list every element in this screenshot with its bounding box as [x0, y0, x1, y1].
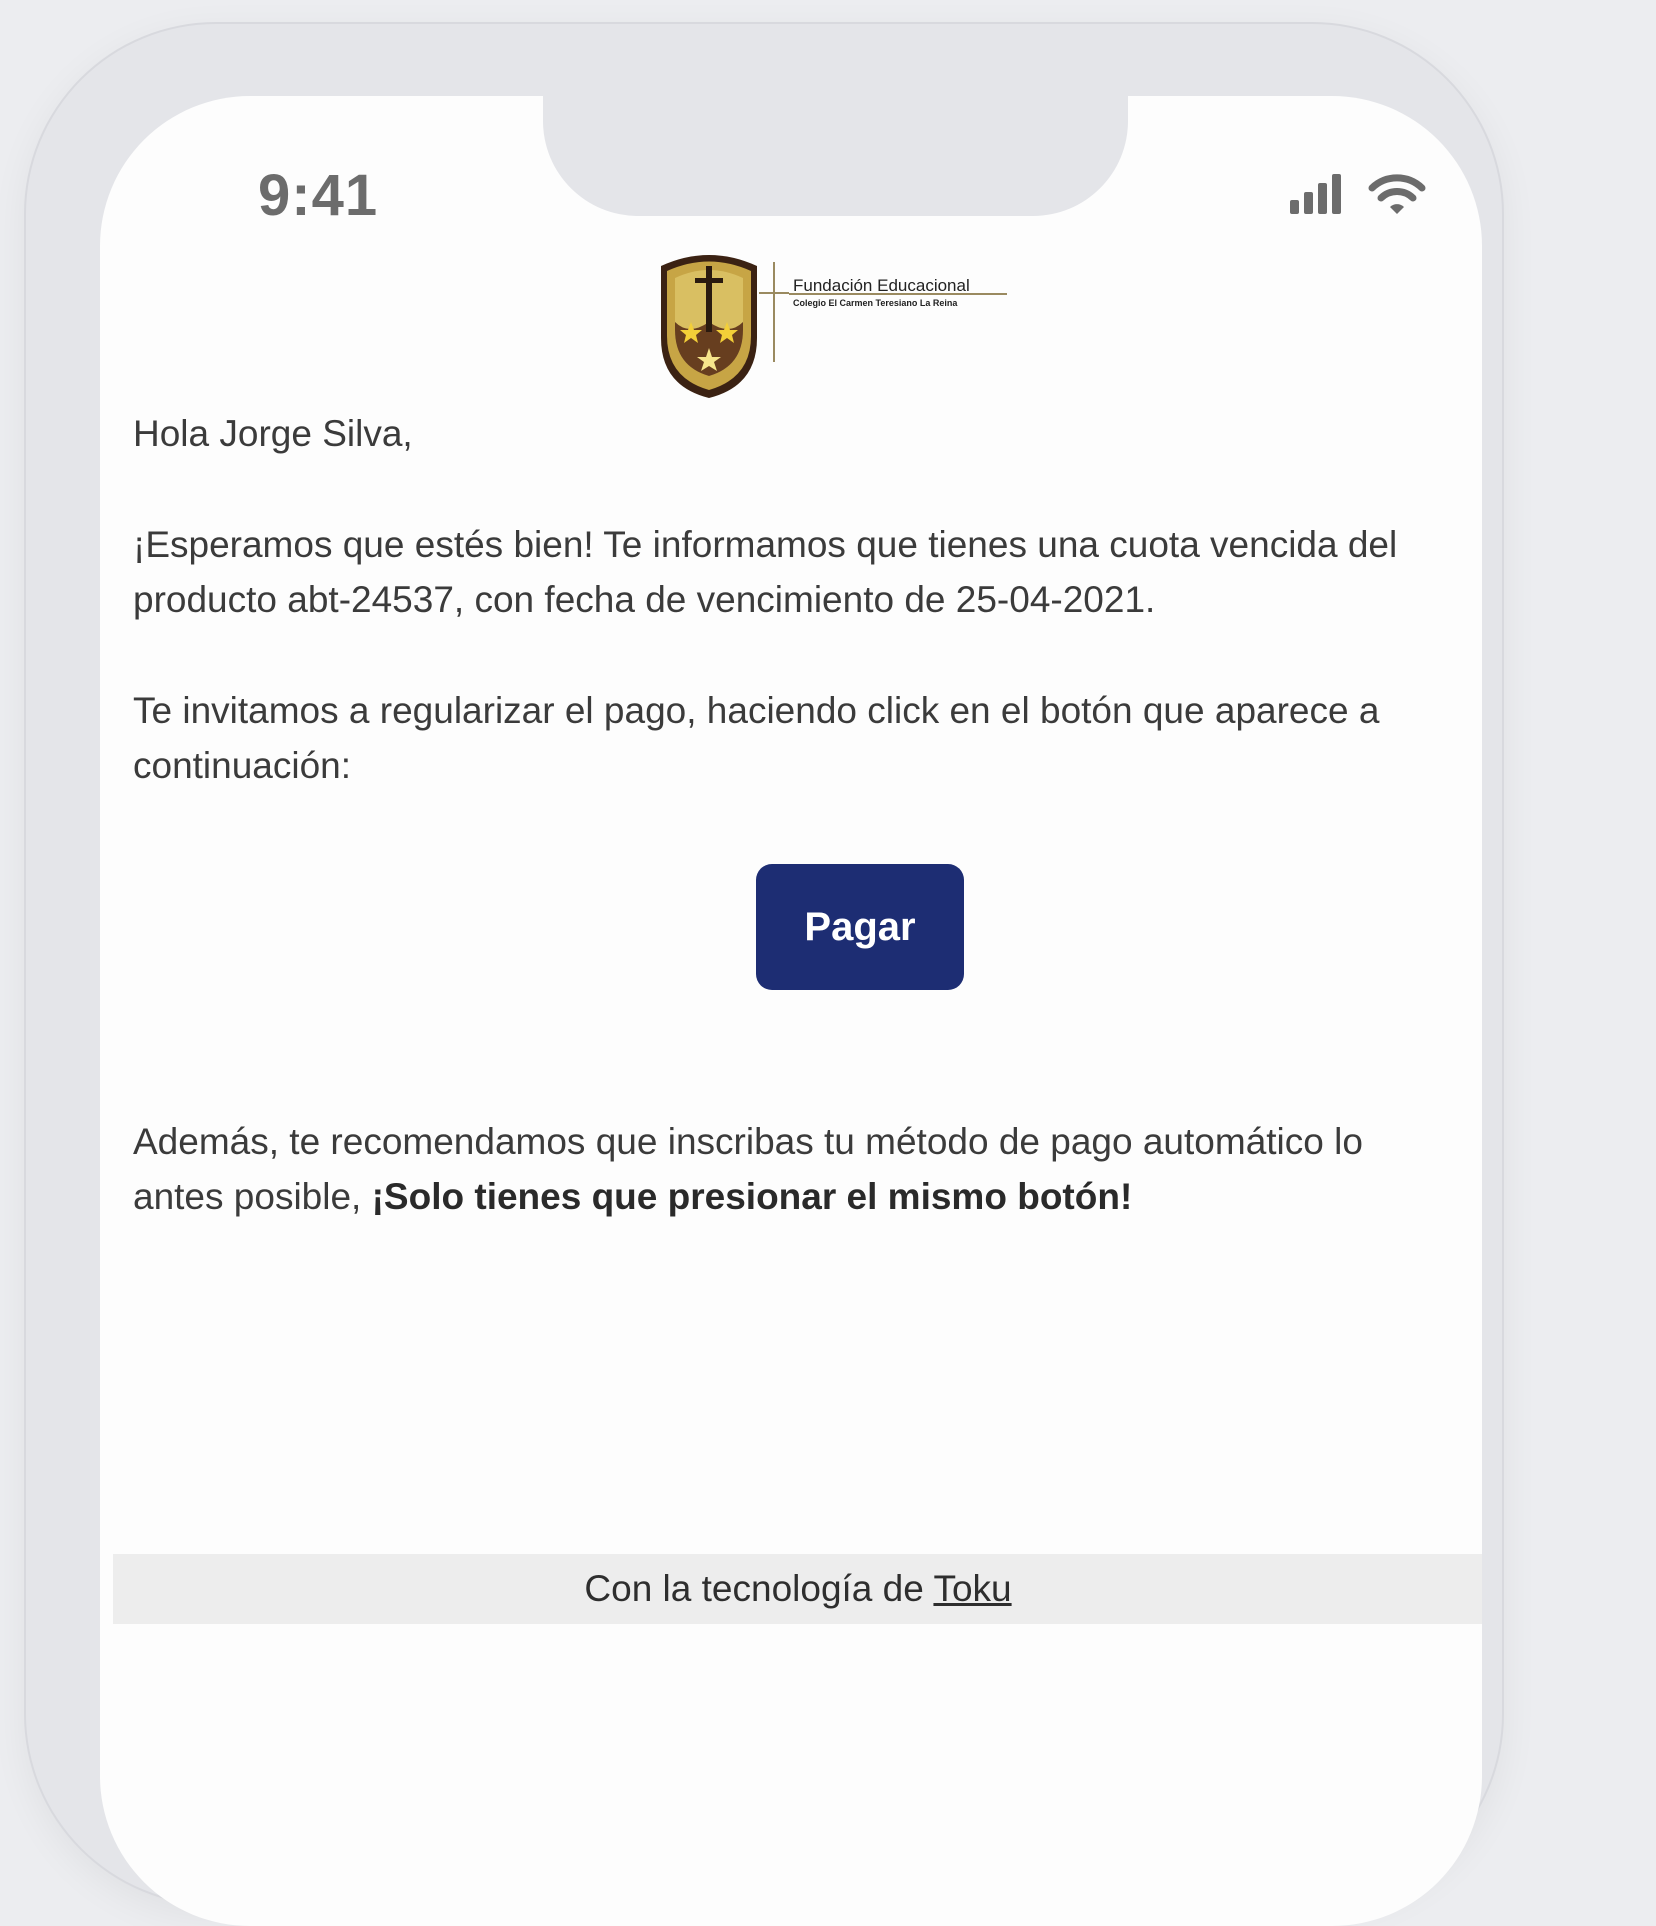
status-time: 9:41: [258, 163, 379, 228]
logo-cross-line: [759, 262, 789, 362]
pay-button[interactable]: Pagar: [756, 864, 964, 990]
overdue-info: ¡Esperamos que estés bien! Te informamos…: [133, 524, 1398, 620]
toku-link[interactable]: Toku: [933, 1568, 1011, 1609]
status-icons: [1288, 170, 1428, 218]
phone-frame: 9:41 Fundación Educacional Colegio El Ca…: [26, 24, 1502, 1926]
notch: [543, 96, 1128, 216]
school-logo: Fundación Educacional Colegio El Carmen …: [629, 226, 1017, 406]
recommend-bold: ¡Solo tienes que presionar el mismo botó…: [371, 1176, 1133, 1217]
footer: Con la tecnología de Toku: [113, 1554, 1482, 1624]
logo-title: Fundación Educacional: [793, 276, 970, 295]
logo-subtitle: Colegio El Carmen Teresiano La Reina: [793, 298, 958, 308]
phone-screen: 9:41 Fundación Educacional Colegio El Ca…: [100, 96, 1482, 1926]
wifi-icon: [1368, 174, 1426, 214]
greeting: Hola Jorge Silva,: [133, 413, 413, 454]
logo-text: Fundación Educacional Colegio El Carmen …: [793, 276, 970, 310]
recommend-text: Además, te recomendamos que inscribas tu…: [133, 1114, 1453, 1224]
invite-text: Te invitamos a regularizar el pago, haci…: [133, 690, 1380, 786]
footer-text: Con la tecnología de: [584, 1568, 934, 1609]
